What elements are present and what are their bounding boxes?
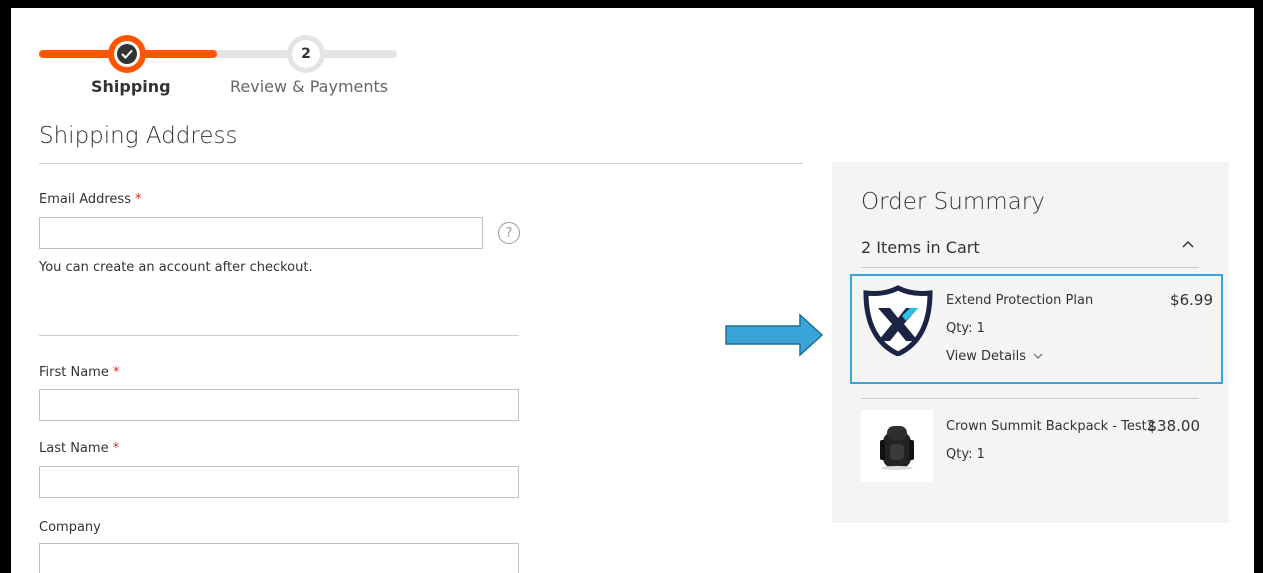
company-field[interactable] xyxy=(39,543,519,573)
step-shipping-indicator[interactable] xyxy=(108,35,146,73)
last-name-field[interactable] xyxy=(39,466,519,498)
first-name-label: First Name * xyxy=(39,365,120,380)
cart-item-price: $38.00 xyxy=(1147,417,1201,435)
account-note: You can create an account after checkout… xyxy=(39,260,313,275)
checkout-page: 2 Shipping Review & Payments Shipping Ad… xyxy=(11,8,1254,573)
checkmark-icon xyxy=(117,44,137,64)
cart-item-qty: Qty: 1 xyxy=(946,321,985,336)
extend-shield-logo-icon xyxy=(862,284,934,356)
summary-divider xyxy=(861,267,1199,268)
page-title: Shipping Address xyxy=(39,123,238,149)
cart-item-name: Crown Summit Backpack - Test2 xyxy=(946,419,1156,434)
help-icon[interactable]: ? xyxy=(498,222,520,244)
cart-item-name: Extend Protection Plan xyxy=(946,293,1094,308)
cart-item-price: $6.99 xyxy=(1170,291,1213,309)
step-number: 2 xyxy=(292,40,320,68)
view-details-toggle[interactable]: View Details xyxy=(946,349,1043,364)
cart-items-count[interactable]: 2 Items in Cart xyxy=(861,238,980,257)
order-summary-title: Order Summary xyxy=(861,189,1045,215)
order-summary: Order Summary 2 Items in Cart Extend Pro… xyxy=(832,162,1229,523)
summary-divider xyxy=(861,398,1199,399)
email-label: Email Address * xyxy=(39,192,142,207)
right-arrow-icon xyxy=(725,313,824,357)
form-divider xyxy=(39,335,519,336)
company-label: Company xyxy=(39,520,101,535)
first-name-field[interactable] xyxy=(39,389,519,421)
email-field[interactable] xyxy=(39,217,483,249)
chevron-down-icon xyxy=(1033,353,1043,359)
highlighted-cart-item: Extend Protection Plan $6.99 Qty: 1 View… xyxy=(850,274,1223,384)
cart-item-qty: Qty: 1 xyxy=(946,447,985,462)
section-divider xyxy=(39,163,803,164)
backpack-image xyxy=(861,410,933,482)
step-review-label: Review & Payments xyxy=(230,77,389,96)
step-review-indicator: 2 xyxy=(287,35,325,73)
step-shipping-label[interactable]: Shipping xyxy=(91,77,171,96)
chevron-up-icon[interactable] xyxy=(1182,236,1194,252)
last-name-label: Last Name * xyxy=(39,441,120,456)
